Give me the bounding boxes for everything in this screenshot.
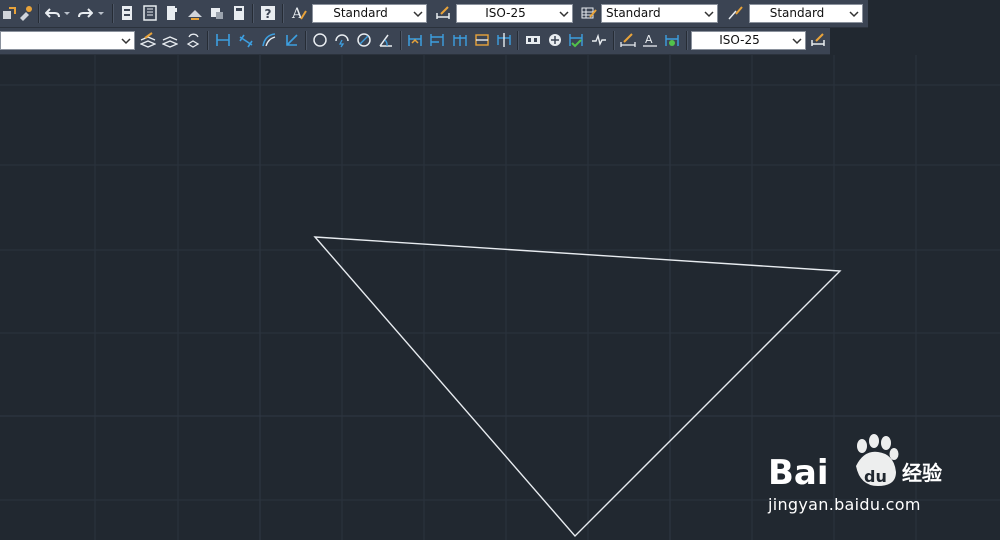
dimension-space-icon[interactable] <box>473 31 491 49</box>
redo-icon[interactable] <box>76 4 94 22</box>
tolerance-icon[interactable] <box>524 31 542 49</box>
tool-palettes-icon[interactable] <box>163 4 181 22</box>
arc-length-icon[interactable] <box>260 31 278 49</box>
table-style-value: Standard <box>606 6 661 20</box>
svg-text:Bai: Bai <box>768 453 829 493</box>
layer-properties-icon[interactable] <box>139 31 157 49</box>
separator <box>282 4 284 23</box>
quick-dimension-icon[interactable] <box>406 31 424 49</box>
text-style-dropdown[interactable]: Standard <box>312 4 427 23</box>
inspect-dimension-icon[interactable] <box>567 31 585 49</box>
help-icon[interactable]: ? <box>259 4 277 22</box>
svg-text:经验: 经验 <box>902 461 942 485</box>
multileader-style-dropdown[interactable]: Standard <box>749 4 863 23</box>
dimension-style-control-value: ISO-25 <box>719 33 760 47</box>
jogged-linear-icon[interactable] <box>590 31 608 49</box>
layer-previous-icon[interactable] <box>184 31 202 49</box>
chevron-down-icon <box>792 38 802 45</box>
undo-icon[interactable] <box>44 4 62 22</box>
dimension-style-icon[interactable] <box>434 4 452 22</box>
standard-toolbar: ? A Standard ISO-25 Standard Standard <box>0 0 868 28</box>
ordinate-dimension-icon[interactable] <box>283 31 301 49</box>
sheet-set-icon[interactable] <box>186 4 204 22</box>
separator <box>305 31 307 50</box>
jogged-dimension-icon[interactable] <box>333 31 351 49</box>
dimension-style-manager-icon[interactable] <box>809 31 827 49</box>
redo-dropdown-chevron-icon[interactable] <box>96 4 106 22</box>
separator <box>686 31 688 50</box>
dimension-break-icon[interactable] <box>495 31 513 49</box>
continue-dimension-icon[interactable] <box>451 31 469 49</box>
chevron-down-icon <box>413 11 423 18</box>
chevron-down-icon <box>849 11 859 18</box>
center-mark-icon[interactable] <box>546 31 564 49</box>
separator <box>613 31 615 50</box>
separator <box>517 31 519 50</box>
paint-brush-icon[interactable] <box>16 4 34 22</box>
dimension-update-icon[interactable] <box>663 31 681 49</box>
multileader-style-icon[interactable] <box>726 4 744 22</box>
separator <box>112 4 114 23</box>
chevron-down-icon <box>559 11 569 18</box>
separator <box>252 4 254 23</box>
properties-palette-icon[interactable] <box>118 4 136 22</box>
quickcalc-icon[interactable] <box>230 4 248 22</box>
multileader-style-value: Standard <box>769 6 825 20</box>
markup-set-icon[interactable] <box>208 4 226 22</box>
separator <box>207 31 209 50</box>
baseline-dimension-icon[interactable] <box>428 31 446 49</box>
text-style-icon[interactable]: A <box>290 4 308 22</box>
dimension-style-value: ISO-25 <box>485 6 526 20</box>
table-style-icon[interactable] <box>580 4 598 22</box>
dimension-toolbar: A ISO-25 <box>0 28 830 55</box>
dimension-style-control-dropdown[interactable]: ISO-25 <box>691 31 806 50</box>
separator <box>400 31 402 50</box>
make-layer-current-icon[interactable] <box>161 31 179 49</box>
watermark-url: jingyan.baidu.com <box>768 495 921 514</box>
svg-text:A: A <box>645 33 653 46</box>
diameter-dimension-icon[interactable] <box>355 31 373 49</box>
chevron-down-icon <box>704 11 714 18</box>
text-style-value: Standard <box>333 6 388 20</box>
triangle-polyline[interactable] <box>313 236 842 538</box>
design-center-icon[interactable] <box>141 4 159 22</box>
dimension-text-edit-icon[interactable]: A <box>641 31 659 49</box>
linear-dimension-icon[interactable] <box>214 31 232 49</box>
chevron-down-icon <box>121 38 131 45</box>
dimension-edit-icon[interactable] <box>619 31 637 49</box>
layer-dropdown[interactable] <box>0 31 135 50</box>
aligned-dimension-icon[interactable] <box>237 31 255 49</box>
svg-text:du: du <box>864 467 887 486</box>
table-style-dropdown[interactable]: Standard <box>601 4 718 23</box>
radius-dimension-icon[interactable] <box>311 31 329 49</box>
separator <box>38 4 40 23</box>
svg-text:?: ? <box>265 7 272 21</box>
undo-dropdown-chevron-icon[interactable] <box>62 4 72 22</box>
angular-dimension-icon[interactable] <box>377 31 395 49</box>
dimension-style-dropdown[interactable]: ISO-25 <box>456 4 573 23</box>
